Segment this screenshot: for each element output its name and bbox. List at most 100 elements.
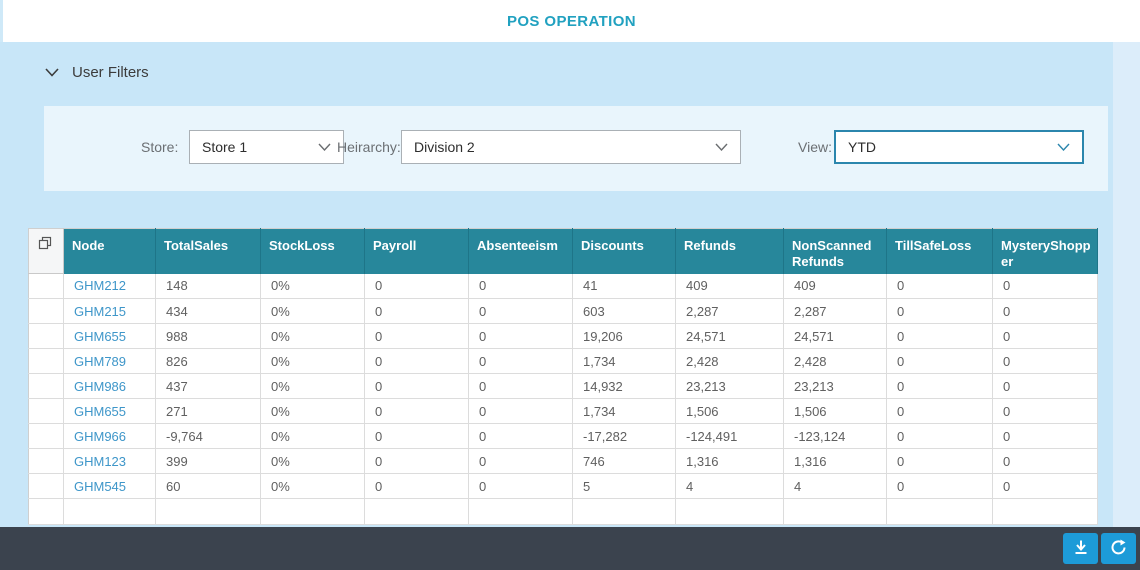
node-link[interactable]: GHM545 xyxy=(74,479,126,494)
empty-cell xyxy=(155,498,261,525)
row-selector[interactable] xyxy=(28,273,64,299)
empty-cell xyxy=(28,498,64,525)
footer-actions xyxy=(1063,533,1136,564)
cell-mysteryshopper: 0 xyxy=(992,298,1098,324)
node-link[interactable]: GHM212 xyxy=(74,278,126,293)
column-header-stockloss[interactable]: StockLoss xyxy=(260,228,365,274)
node-link[interactable]: GHM789 xyxy=(74,354,126,369)
node-link[interactable]: GHM655 xyxy=(74,404,126,419)
store-select[interactable]: Store 1 xyxy=(189,130,344,164)
table-header-row: Node TotalSales StockLoss Payroll Absenteeis… xyxy=(28,228,1098,274)
node-link[interactable]: GHM215 xyxy=(74,304,126,319)
cell-tillsafeloss: 0 xyxy=(886,298,993,324)
cell-refunds: -124,491 xyxy=(675,423,784,449)
user-filters-section-header[interactable]: User Filters xyxy=(45,64,149,81)
table-row: GHM655 271 0% 0 0 1,734 1,506 1,506 0 0 xyxy=(28,398,1098,424)
cell-nonscannedrefunds: 23,213 xyxy=(783,373,887,399)
cell-mysteryshopper: 0 xyxy=(992,273,1098,299)
cell-discounts: 746 xyxy=(572,448,676,474)
empty-cell xyxy=(63,498,156,525)
cell-totalsales: 399 xyxy=(155,448,261,474)
view-select[interactable]: YTD xyxy=(834,130,1084,164)
cell-stockloss: 0% xyxy=(260,273,365,299)
store-select-value: Store 1 xyxy=(202,139,248,155)
column-header-absenteeism[interactable]: Absenteeism xyxy=(468,228,573,274)
cell-tillsafeloss: 0 xyxy=(886,273,993,299)
cell-absenteeism: 0 xyxy=(468,448,573,474)
row-selector[interactable] xyxy=(28,373,64,399)
cell-absenteeism: 0 xyxy=(468,323,573,349)
cell-payroll: 0 xyxy=(364,373,469,399)
cell-mysteryshopper: 0 xyxy=(992,423,1098,449)
column-header-tillsafeloss[interactable]: TillSafeLoss xyxy=(886,228,993,274)
node-link[interactable]: GHM966 xyxy=(74,429,126,444)
cell-refunds: 1,506 xyxy=(675,398,784,424)
cell-absenteeism: 0 xyxy=(468,273,573,299)
node-link[interactable]: GHM123 xyxy=(74,454,126,469)
table-row: GHM966 -9,764 0% 0 0 -17,282 -124,491 -123,124 0… xyxy=(28,423,1098,449)
row-selector[interactable] xyxy=(28,473,64,499)
cell-nonscannedrefunds: 1,316 xyxy=(783,448,887,474)
refresh-icon xyxy=(1110,539,1127,559)
cell-discounts: 14,932 xyxy=(572,373,676,399)
right-margin-strip xyxy=(1113,42,1140,527)
node-link[interactable]: GHM986 xyxy=(74,379,126,394)
chevron-down-icon xyxy=(318,143,331,152)
cell-totalsales: 437 xyxy=(155,373,261,399)
cell-stockloss: 0% xyxy=(260,298,365,324)
cell-mysteryshopper: 0 xyxy=(992,473,1098,499)
column-header-totalsales[interactable]: TotalSales xyxy=(155,228,261,274)
refresh-button[interactable] xyxy=(1101,533,1136,564)
empty-cell xyxy=(886,498,993,525)
cell-payroll: 0 xyxy=(364,473,469,499)
cell-payroll: 0 xyxy=(364,348,469,374)
heirarchy-select[interactable]: Division 2 xyxy=(401,130,741,164)
cell-nonscannedrefunds: 409 xyxy=(783,273,887,299)
row-selector[interactable] xyxy=(28,423,64,449)
empty-cell xyxy=(783,498,887,525)
store-label: Store: xyxy=(141,139,179,155)
cell-refunds: 409 xyxy=(675,273,784,299)
cell-nonscannedrefunds: 24,571 xyxy=(783,323,887,349)
cell-node: GHM215 xyxy=(63,298,156,324)
cell-nonscannedrefunds: 2,287 xyxy=(783,298,887,324)
cell-payroll: 0 xyxy=(364,323,469,349)
cell-payroll: 0 xyxy=(364,423,469,449)
column-header-payroll[interactable]: Payroll xyxy=(364,228,469,274)
row-selector[interactable] xyxy=(28,398,64,424)
cell-totalsales: 148 xyxy=(155,273,261,299)
footer-toolbar xyxy=(0,527,1140,570)
table-settings-icon[interactable] xyxy=(28,228,64,274)
cell-mysteryshopper: 0 xyxy=(992,448,1098,474)
cell-tillsafeloss: 0 xyxy=(886,398,993,424)
cell-stockloss: 0% xyxy=(260,473,365,499)
cell-mysteryshopper: 0 xyxy=(992,398,1098,424)
cell-node: GHM212 xyxy=(63,273,156,299)
cell-refunds: 23,213 xyxy=(675,373,784,399)
column-header-node[interactable]: Node xyxy=(63,228,156,274)
cell-mysteryshopper: 0 xyxy=(992,323,1098,349)
column-header-refunds[interactable]: Refunds xyxy=(675,228,784,274)
cell-refunds: 2,428 xyxy=(675,348,784,374)
cell-discounts: 603 xyxy=(572,298,676,324)
download-button[interactable] xyxy=(1063,533,1098,564)
table-row: GHM212 148 0% 0 0 41 409 409 0 0 xyxy=(28,273,1098,299)
row-selector[interactable] xyxy=(28,323,64,349)
cell-stockloss: 0% xyxy=(260,323,365,349)
row-selector[interactable] xyxy=(28,448,64,474)
cell-tillsafeloss: 0 xyxy=(886,373,993,399)
table-row: GHM986 437 0% 0 0 14,932 23,213 23,213 0 0 xyxy=(28,373,1098,399)
row-selector[interactable] xyxy=(28,348,64,374)
empty-cell xyxy=(260,498,365,525)
node-link[interactable]: GHM655 xyxy=(74,329,126,344)
column-header-mysteryshopper[interactable]: MysteryShopper xyxy=(992,228,1098,274)
cell-discounts: 1,734 xyxy=(572,398,676,424)
user-filters-label: User Filters xyxy=(72,64,149,81)
column-header-nonscannedrefunds[interactable]: NonScannedRefunds xyxy=(783,228,887,274)
empty-cell xyxy=(992,498,1098,525)
row-selector[interactable] xyxy=(28,298,64,324)
cell-nonscannedrefunds: 2,428 xyxy=(783,348,887,374)
table-row: GHM123 399 0% 0 0 746 1,316 1,316 0 0 xyxy=(28,448,1098,474)
column-header-discounts[interactable]: Discounts xyxy=(572,228,676,274)
cell-tillsafeloss: 0 xyxy=(886,423,993,449)
